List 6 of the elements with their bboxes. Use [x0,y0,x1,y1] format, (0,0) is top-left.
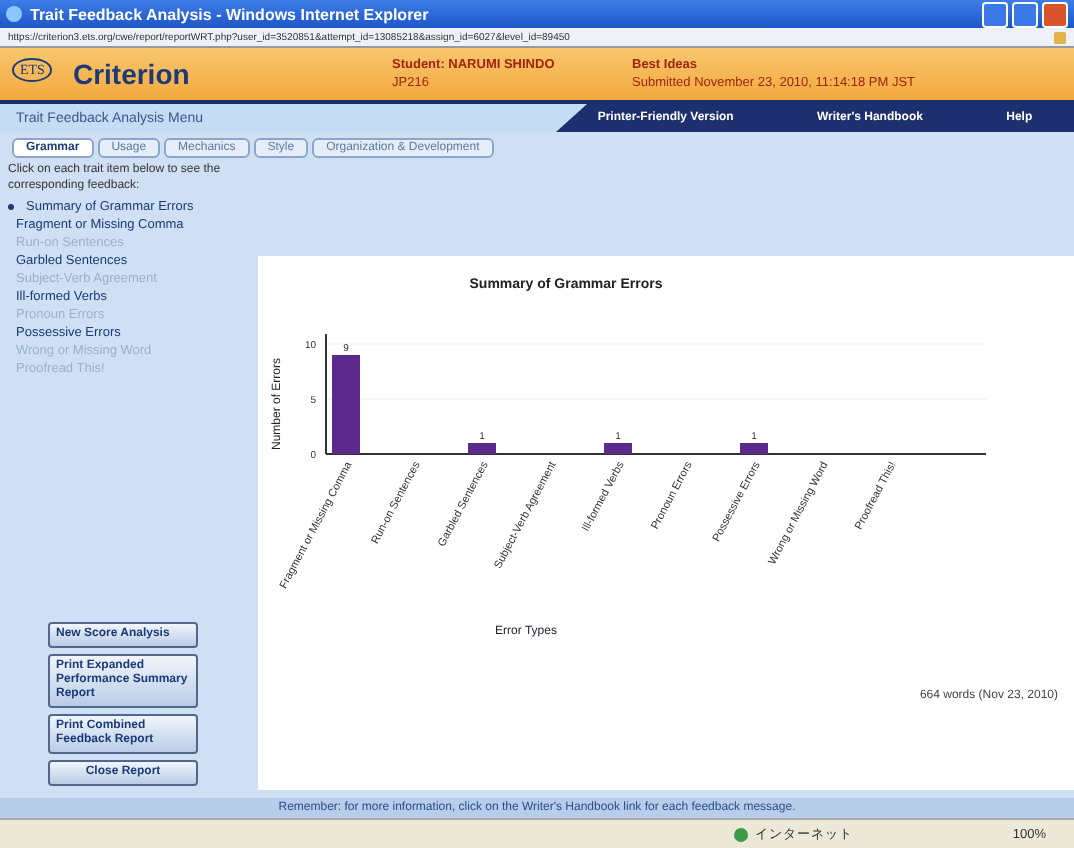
maximize-button[interactable] [1012,1,1038,27]
minimize-button[interactable] [982,1,1008,27]
y-axis [325,333,327,455]
close-button[interactable] [1042,1,1068,27]
window-title: Trait Feedback Analysis - Windows Internet Explorer [30,5,431,23]
logo-text: Criterion [72,58,190,90]
